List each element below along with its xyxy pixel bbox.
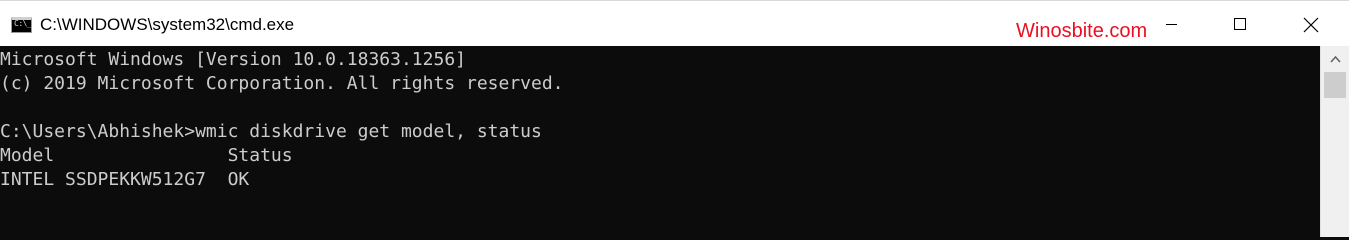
maximize-button[interactable] xyxy=(1205,1,1273,47)
console-line-version: Microsoft Windows [Version 10.0.18363.12… xyxy=(0,49,466,70)
close-icon xyxy=(1303,17,1319,33)
console-output[interactable]: Microsoft Windows [Version 10.0.18363.12… xyxy=(0,46,1320,237)
scroll-up-button[interactable] xyxy=(1321,46,1349,72)
cmd-icon-glyph: C:\_ xyxy=(14,19,32,28)
title-bar[interactable]: C:\_ C:\WINDOWS\system32\cmd.exe Winosbi… xyxy=(0,0,1349,46)
console-line-header: Model Status xyxy=(0,145,293,166)
close-button[interactable] xyxy=(1275,1,1343,47)
cmd-window: C:\_ C:\WINDOWS\system32\cmd.exe Winosbi… xyxy=(0,0,1349,237)
console-line-result: INTEL SSDPEKKW512G7 OK xyxy=(0,169,250,190)
console-line-command: C:\Users\Abhishek>wmic diskdrive get mod… xyxy=(0,121,542,142)
chevron-up-icon xyxy=(1330,55,1341,63)
cmd-icon[interactable]: C:\_ xyxy=(11,17,32,33)
vertical-scrollbar[interactable] xyxy=(1320,46,1349,237)
watermark-text: Winosbite.com xyxy=(1016,20,1148,42)
window-title: C:\WINDOWS\system32\cmd.exe xyxy=(40,15,295,34)
minimize-icon xyxy=(1166,24,1177,25)
scroll-thumb[interactable] xyxy=(1324,72,1346,98)
maximize-icon xyxy=(1234,18,1246,30)
console-line-copyright: (c) 2019 Microsoft Corporation. All righ… xyxy=(0,73,564,94)
minimize-button[interactable] xyxy=(1137,1,1205,47)
